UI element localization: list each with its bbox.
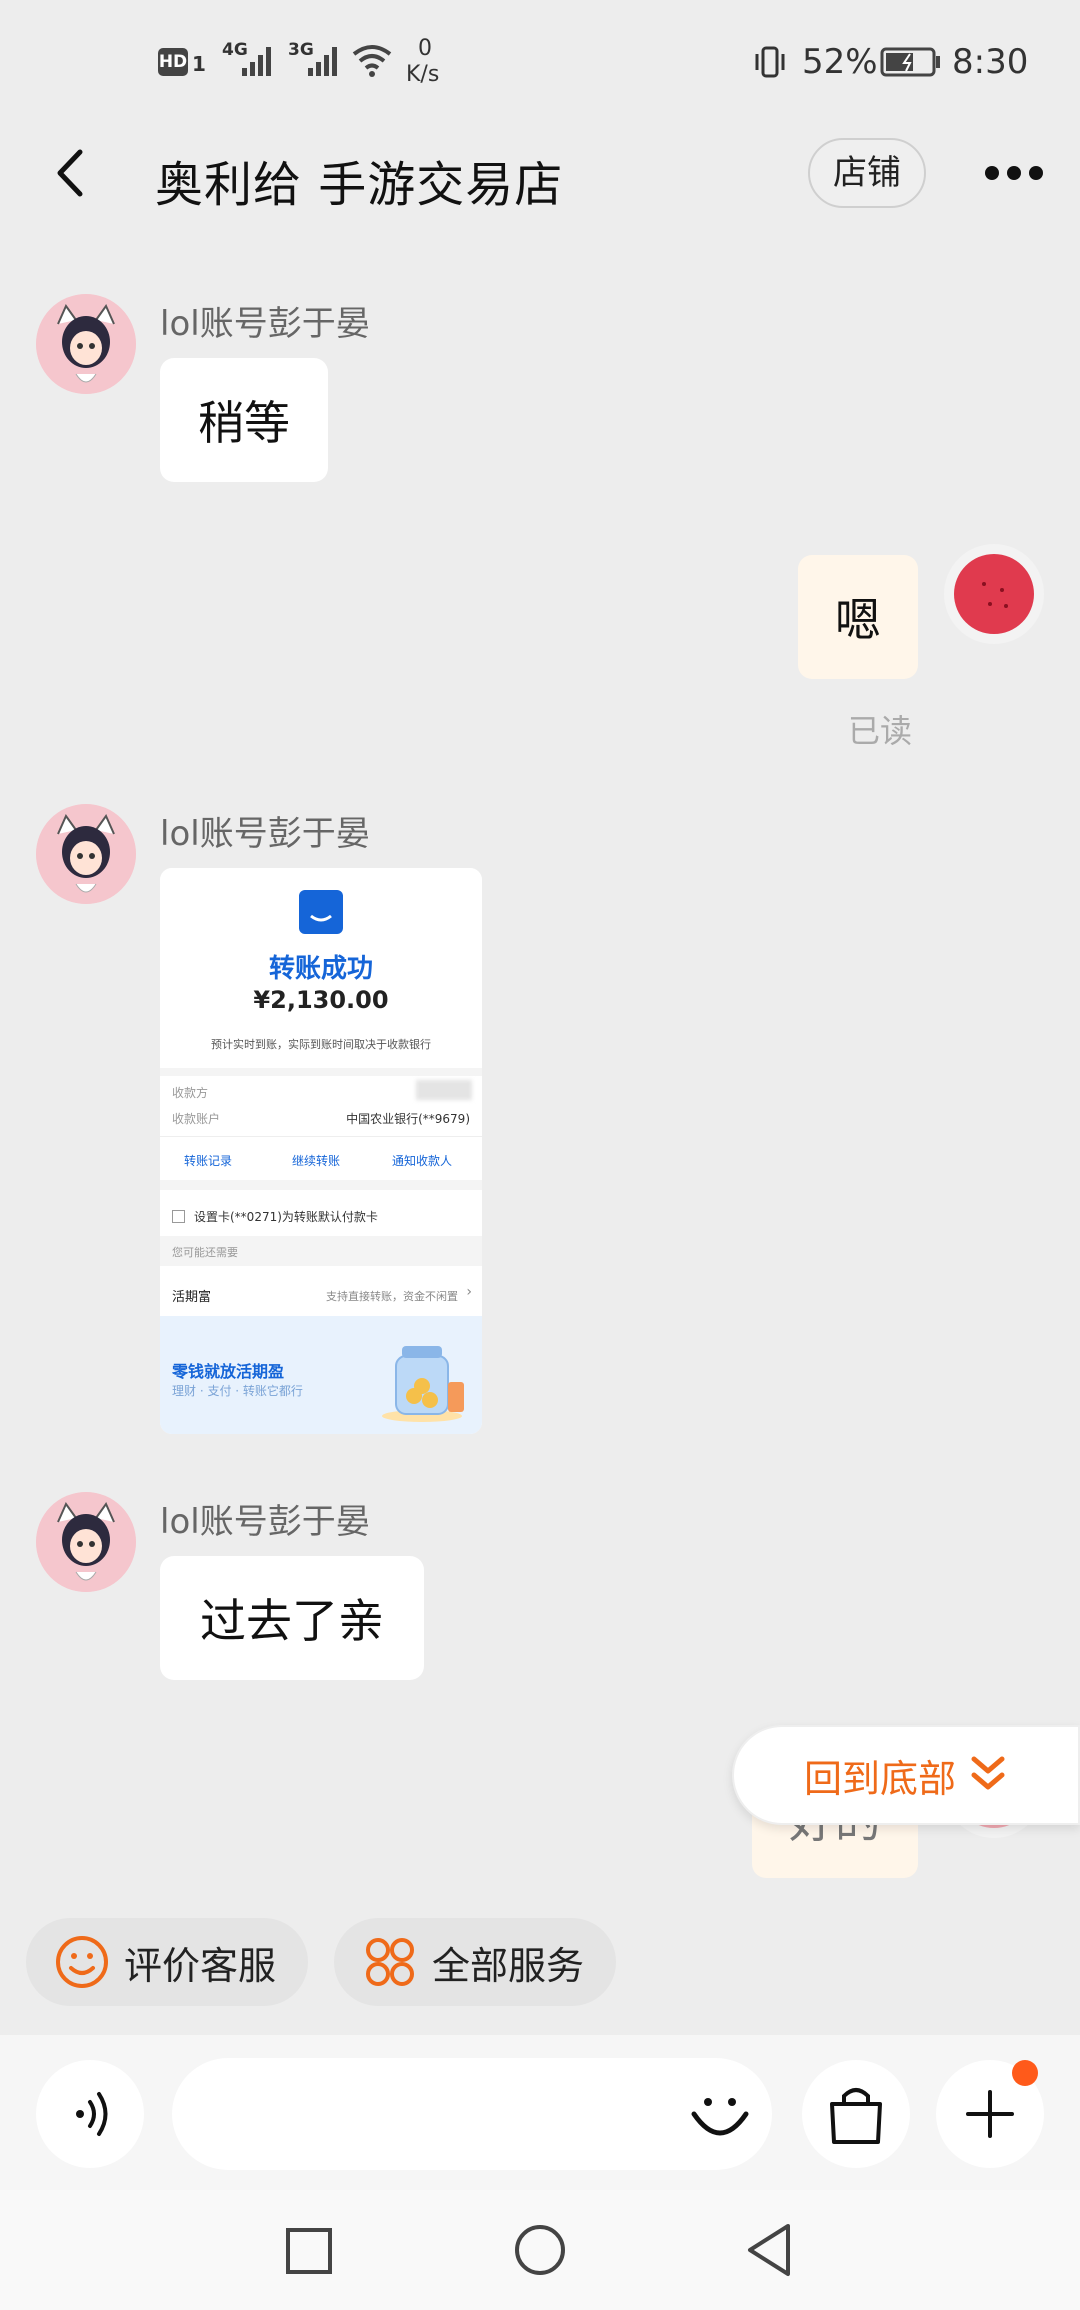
- home-icon[interactable]: [512, 2222, 568, 2278]
- apps-icon: [366, 1938, 414, 1986]
- bank-logo-icon: [299, 890, 343, 934]
- my-message-bubble[interactable]: 嗯: [798, 555, 918, 679]
- message-input[interactable]: [172, 2058, 772, 2170]
- transfer-screenshot-image[interactable]: 转账成功 ¥2,130.00 预计实时到账，实际到账时间取决于收款银行 收款方 …: [160, 868, 482, 1434]
- default-card-text: 设置卡(**0271)为转账默认付款卡: [194, 1210, 378, 1224]
- scroll-to-bottom-button[interactable]: 回到底部: [732, 1725, 1080, 1825]
- shopping-bag-icon: [830, 2088, 882, 2144]
- watermelon-avatar-icon: [954, 554, 1034, 634]
- sender-name: lol账号彭于晏: [160, 304, 370, 344]
- banner-subtitle: 理财 · 支付 · 转账它都行: [172, 1384, 303, 1398]
- hd-icon: HD: [158, 48, 188, 76]
- rate-service-label: 评价客服: [124, 1943, 277, 1988]
- sender-name: lol账号彭于晏: [160, 814, 370, 854]
- avatar[interactable]: [36, 294, 136, 394]
- anime-girl-avatar-icon: [36, 294, 136, 394]
- avatar[interactable]: [36, 1492, 136, 1592]
- read-status: 已读: [848, 712, 913, 750]
- net-speed-value: 0: [418, 36, 432, 61]
- transfer-action: 转账记录: [184, 1154, 233, 1168]
- checkbox-icon: [172, 1210, 185, 1223]
- message-bubble[interactable]: 过去了亲: [160, 1556, 424, 1680]
- page-title: 奥利给 手游交易店: [155, 157, 564, 213]
- all-services-button[interactable]: 全部服务: [334, 1918, 616, 2006]
- recent-apps-icon[interactable]: [284, 2226, 334, 2276]
- account-value: 中国农业银行(**9679): [346, 1112, 470, 1126]
- chevron-right-icon: ›: [466, 1284, 472, 1300]
- net-speed-unit: K/s: [406, 62, 440, 87]
- transfer-action: 通知收款人: [392, 1154, 453, 1168]
- transfer-title: 转账成功: [268, 954, 373, 984]
- hd-sim-label: 1: [192, 52, 206, 76]
- blurred-payee: [416, 1080, 472, 1100]
- more-icon[interactable]: [984, 158, 1044, 188]
- payee-label: 收款方: [172, 1086, 209, 1100]
- voice-button[interactable]: [36, 2060, 144, 2168]
- smile-icon: [56, 1936, 108, 1988]
- message-bubble[interactable]: 稍等: [160, 358, 328, 482]
- product-name: 活期富: [172, 1290, 212, 1305]
- rate-service-button[interactable]: 评价客服: [26, 1918, 308, 2006]
- transfer-action: 继续转账: [292, 1154, 341, 1168]
- clock: 8:30: [952, 42, 1029, 82]
- maybe-need: 您可能还需要: [172, 1246, 238, 1259]
- sender-name: lol账号彭于晏: [160, 1502, 370, 1542]
- products-button[interactable]: [802, 2060, 910, 2168]
- account-label: 收款账户: [172, 1112, 221, 1126]
- my-avatar[interactable]: [944, 544, 1044, 644]
- notification-dot: [1012, 2060, 1038, 2086]
- transfer-note: 预计实时到账，实际到账时间取决于收款银行: [211, 1038, 431, 1051]
- shop-button[interactable]: 店铺: [808, 138, 926, 208]
- back-nav-icon[interactable]: [744, 2222, 794, 2278]
- transfer-amount: ¥2,130.00: [253, 986, 389, 1014]
- scroll-to-bottom-label: 回到底部: [804, 1756, 957, 1801]
- product-desc: 支持直接转账，资金不闲置: [326, 1290, 458, 1303]
- vibrate-icon: [755, 46, 785, 78]
- wifi-icon: [352, 45, 392, 77]
- anime-girl-avatar-icon: [36, 804, 136, 904]
- avatar[interactable]: [36, 804, 136, 904]
- voice-icon: [76, 2092, 108, 2136]
- double-chevron-down-icon: [971, 1756, 1005, 1790]
- coin-jar-icon: [382, 1346, 464, 1422]
- anime-girl-avatar-icon: [36, 1492, 136, 1592]
- battery-icon: [880, 47, 940, 77]
- back-icon[interactable]: [50, 148, 90, 198]
- status-bar: HD 1 4G 3G 0 K/s 52% 8:30: [0, 0, 1080, 125]
- banner-title: 零钱就放活期盈: [172, 1362, 285, 1381]
- battery-percent: 52%: [802, 42, 878, 82]
- signal-3g-icon: [308, 47, 337, 76]
- signal-4g-icon: [242, 47, 271, 76]
- emoji-icon[interactable]: [686, 2080, 754, 2148]
- all-services-label: 全部服务: [432, 1943, 585, 1988]
